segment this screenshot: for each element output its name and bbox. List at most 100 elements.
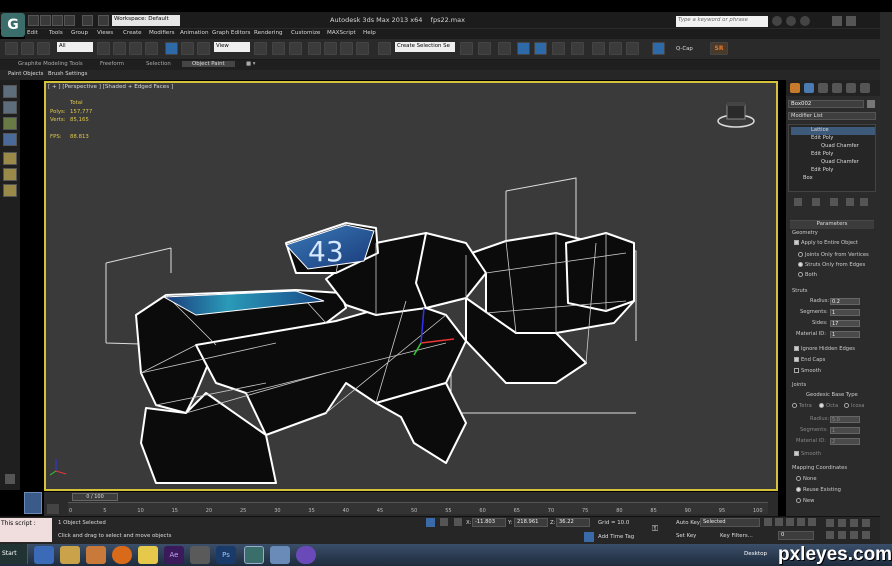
schematic-view-icon[interactable] [552, 42, 565, 55]
folder-icon[interactable] [138, 546, 158, 564]
plugin-diamond-icon[interactable] [652, 42, 665, 55]
create-tab-icon[interactable] [790, 83, 800, 93]
scale-icon[interactable] [197, 42, 210, 55]
absolute-mode-icon[interactable] [454, 518, 462, 526]
mapping-new-radio[interactable]: New [796, 498, 814, 504]
set-key-button[interactable]: Set Key [676, 533, 696, 539]
spinner-snap-icon[interactable] [356, 42, 369, 55]
stack-item-quad-chamfer[interactable]: Quad Chamfer [791, 159, 875, 167]
percent-snap-icon[interactable] [340, 42, 353, 55]
sides-spinner[interactable]: 17 [830, 320, 860, 327]
smooth-checkbox[interactable]: Smooth [794, 368, 821, 374]
menu-customize[interactable]: Customize [291, 30, 320, 36]
time-slider[interactable]: 0 / 100 [72, 493, 118, 501]
help-icon[interactable] [800, 16, 810, 26]
tab-graphite-modeling[interactable]: Graphite Modeling Tools [18, 61, 83, 67]
maxscript-listener[interactable]: This script : [0, 518, 52, 542]
time-tag-icon[interactable] [584, 532, 594, 542]
icosa-radio[interactable]: Icosa [844, 403, 864, 409]
reference-coord-dropdown[interactable]: View [214, 42, 250, 52]
viewport-label[interactable]: [ + ] [Perspective ] [Shaded + Edged Fac… [48, 84, 173, 90]
star-icon[interactable] [786, 16, 796, 26]
explorer-icon[interactable] [60, 546, 80, 564]
pivot-center-icon[interactable] [254, 42, 267, 55]
align-icon[interactable] [478, 42, 491, 55]
window-crossing-icon[interactable] [145, 42, 158, 55]
mapping-reuse-radio[interactable]: Reuse Existing [796, 487, 841, 493]
workspace-dropdown[interactable]: Workspace: Default [112, 15, 180, 26]
zoom-extents-icon[interactable] [850, 519, 858, 527]
move-icon[interactable] [165, 42, 178, 55]
app-logo-button[interactable]: G [1, 13, 25, 37]
orbit-icon[interactable] [850, 531, 858, 539]
keyboard-shortcut-icon[interactable] [289, 42, 302, 55]
menu-create[interactable]: Create [123, 30, 142, 36]
stack-item-quad-chamfer[interactable]: Quad Chamfer [791, 143, 875, 151]
display-tab-icon[interactable] [846, 83, 856, 93]
menu-views[interactable]: Views [97, 30, 113, 36]
select-object-icon[interactable] [97, 42, 110, 55]
app-circle-icon[interactable] [296, 546, 316, 564]
tetra-radio[interactable]: Tetra [792, 403, 812, 409]
qcap-label[interactable]: Q-Cap [676, 46, 693, 52]
motion-tab-icon[interactable] [832, 83, 842, 93]
snaps-toggle-icon[interactable] [308, 42, 321, 55]
menu-group[interactable]: Group [71, 30, 88, 36]
layer-icon[interactable] [3, 152, 17, 165]
select-link-icon[interactable] [5, 42, 18, 55]
joint-material-spinner[interactable]: 2 [830, 438, 860, 445]
menu-modifiers[interactable]: Modifiers [149, 30, 175, 36]
current-frame-field[interactable]: 0 [778, 531, 814, 540]
play-icon[interactable] [786, 518, 794, 526]
z-coord-field[interactable]: 36.22 [556, 518, 590, 527]
fov-icon[interactable] [826, 531, 834, 539]
tab-object-paint[interactable]: Object Paint [182, 61, 235, 67]
add-time-tag[interactable]: Add Time Tag [598, 534, 634, 540]
ignore-hidden-checkbox[interactable]: Ignore Hidden Edges [794, 346, 855, 352]
pin-stack-icon[interactable] [794, 198, 802, 206]
save-icon[interactable] [52, 15, 63, 26]
bind-space-warp-icon[interactable] [37, 42, 50, 55]
close-icon[interactable] [846, 16, 856, 26]
minimize-icon[interactable] [832, 16, 842, 26]
stack-item-edit-poly[interactable]: Edit Poly [791, 151, 875, 159]
menu-animation[interactable]: Animation [180, 30, 209, 36]
graphite-toggle-icon[interactable] [517, 42, 530, 55]
after-effects-icon[interactable]: Ae [164, 546, 184, 564]
lock-selection-icon[interactable] [426, 518, 435, 527]
viewport-layout-icon[interactable] [24, 492, 42, 514]
struts-only-radio[interactable]: Struts Only from Edges [798, 262, 865, 268]
key-filters-button[interactable]: Key Filters... [720, 533, 753, 539]
edit-named-selection-icon[interactable] [378, 42, 391, 55]
isolate-icon[interactable] [440, 518, 448, 526]
both-radio[interactable]: Both [798, 272, 817, 278]
zoom-icon[interactable] [826, 519, 834, 527]
zoom-extents-all-icon[interactable] [862, 519, 870, 527]
go-to-end-icon[interactable] [808, 518, 816, 526]
modifier-list-dropdown[interactable]: Modifier List [788, 112, 876, 120]
menu-edit[interactable]: Edit [27, 30, 38, 36]
stack-item-lattice[interactable]: Lattice [791, 127, 875, 135]
angle-snap-icon[interactable] [324, 42, 337, 55]
pan-icon[interactable] [838, 531, 846, 539]
brush-icon[interactable] [3, 117, 17, 130]
radius-spinner[interactable]: 0.2 [830, 298, 860, 305]
layer-add-icon[interactable] [3, 168, 17, 181]
manipulate-icon[interactable] [272, 42, 285, 55]
tab-selection[interactable]: Selection [146, 61, 171, 67]
select-paint-icon[interactable] [3, 101, 17, 114]
brush-settings-panel[interactable]: Brush Settings [48, 71, 87, 77]
apply-entire-checkbox[interactable]: Apply to Entire Object [794, 240, 858, 246]
zoom-all-icon[interactable] [838, 519, 846, 527]
curve-editor-icon[interactable] [534, 42, 547, 55]
unlink-icon[interactable] [21, 42, 34, 55]
joint-segments-spinner[interactable]: 1 [830, 427, 860, 434]
open-file-icon[interactable] [40, 15, 51, 26]
object-name-field[interactable]: Box002 [788, 100, 864, 108]
undo-icon[interactable] [64, 15, 75, 26]
rotate-icon[interactable] [181, 42, 194, 55]
layer-manager-icon[interactable] [498, 42, 511, 55]
photoshop-icon[interactable]: Ps [216, 546, 236, 564]
clapper-icon[interactable] [190, 546, 210, 564]
x-coord-field[interactable]: -11.803 [472, 518, 506, 527]
